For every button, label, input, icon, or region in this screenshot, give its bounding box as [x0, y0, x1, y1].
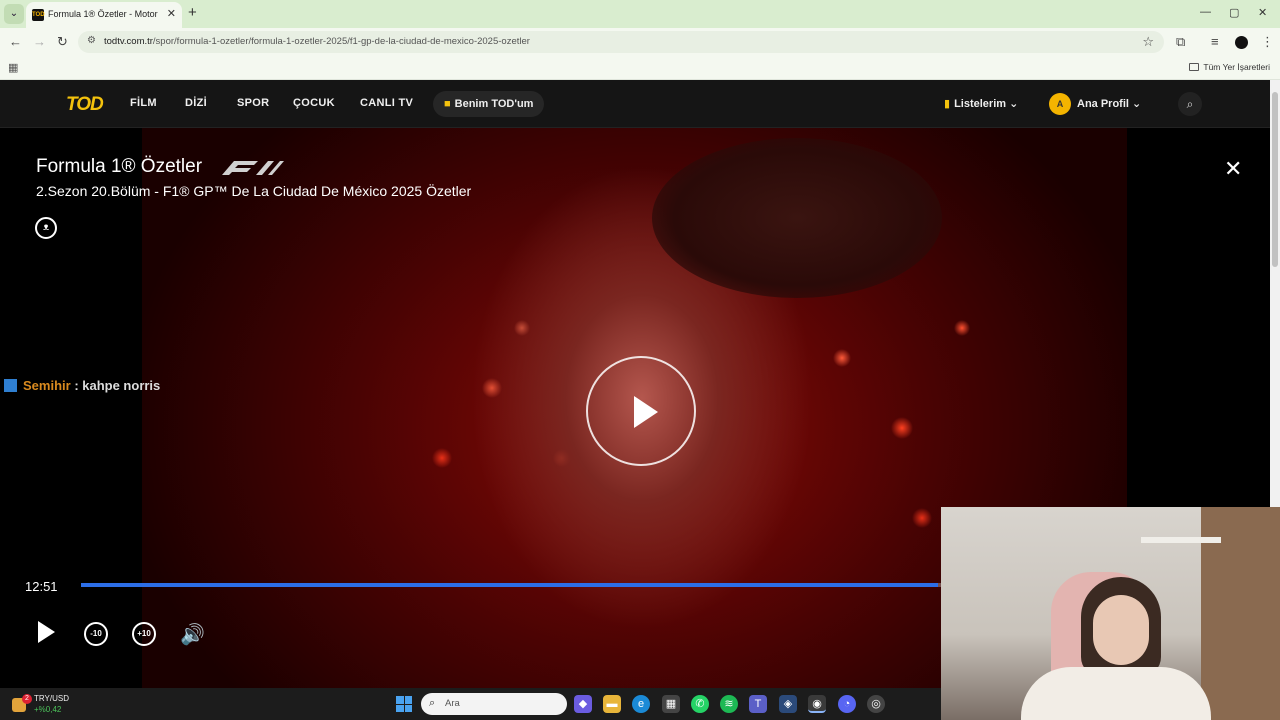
all-bookmarks-button[interactable]: Tüm Yer İşaretleri — [1189, 62, 1270, 72]
windows-taskbar: 2 TRY/USD +%0,42 ⌕ Ara ◆ ▬ e ▦ ✆ ≋ T ◈ ◉… — [0, 688, 941, 720]
current-time: 12:51 — [25, 579, 58, 594]
f1-logo — [222, 161, 284, 175]
back-arrow-icon[interactable]: ← — [9, 34, 22, 49]
maximize-icon[interactable]: ▢ — [1229, 6, 1239, 19]
bookmark-icon: ▮ — [944, 98, 951, 110]
gift-icon: ■ — [444, 98, 451, 110]
new-tab-button[interactable]: + — [188, 4, 197, 21]
webcam-person-body — [1021, 667, 1211, 720]
episode-title: 2.Sezon 20.Bölüm - F1® GP™ De La Ciudad … — [36, 183, 472, 199]
ticker-name: TRY/USD — [34, 694, 69, 703]
search-icon[interactable]: ⌕ — [1178, 92, 1202, 116]
play-icon[interactable] — [38, 621, 55, 643]
webcam-overlay — [941, 507, 1280, 720]
extensions-icon[interactable]: ⧉ — [1176, 34, 1185, 50]
store-icon[interactable]: ▦ — [662, 695, 680, 713]
general-audience-icon: ᴥ — [35, 217, 57, 239]
nav-dizi[interactable]: DİZİ — [185, 97, 207, 109]
profile-avatar[interactable]: A — [1049, 93, 1071, 115]
minimize-icon[interactable]: — — [1200, 6, 1211, 18]
nav-film[interactable]: FİLM — [130, 97, 157, 109]
file-explorer-icon[interactable]: ▬ — [603, 695, 621, 713]
close-player-icon[interactable]: ✕ — [1224, 156, 1242, 182]
webcam-person-face — [1093, 595, 1149, 665]
media-controls-icon[interactable]: ≡ — [1211, 34, 1219, 49]
search-icon: ⌕ — [429, 697, 436, 709]
browser-profile-avatar[interactable] — [1235, 36, 1248, 49]
obs-icon[interactable]: ◎ — [867, 695, 885, 713]
bookmark-star-icon[interactable]: ☆ — [1142, 34, 1154, 50]
site-header: TOD FİLM DİZİ SPOR ÇOCUK CANLI TV ■ Benim… — [0, 80, 1280, 128]
forward-arrow-icon[interactable]: → — [33, 34, 46, 49]
benim-todum-button[interactable]: ■ Benim TOD'um — [433, 91, 545, 117]
teams-icon[interactable]: T — [749, 695, 767, 713]
windows-start-icon[interactable] — [396, 696, 412, 712]
volume-icon[interactable]: 🔊 — [180, 622, 205, 647]
chat-message: Semihir : kahpe norris — [4, 378, 160, 393]
nav-spor[interactable]: SPOR — [237, 97, 269, 109]
scrollbar-thumb[interactable] — [1272, 92, 1278, 267]
url-text: todtv.com.tr/spor/formula-1-ozetler/form… — [104, 36, 530, 47]
nav-canli-tv[interactable]: CANLI TV — [360, 97, 413, 109]
browser-menu-icon[interactable]: ⋮ — [1261, 34, 1274, 50]
nav-cocuk[interactable]: ÇOCUK — [293, 97, 335, 109]
chat-text: : kahpe norris — [74, 378, 161, 393]
notification-badge: 2 — [22, 694, 32, 704]
show-title: Formula 1® Özetler — [36, 156, 203, 177]
profile-menu[interactable]: Ana Profil ⌄ — [1077, 97, 1141, 110]
listelerim-menu[interactable]: ▮ Listelerim ⌄ — [944, 97, 1018, 110]
discord-icon[interactable]: ◔ — [838, 695, 856, 713]
chevron-down-icon: ⌄ — [1132, 98, 1142, 110]
browser-toolbar: ← → ↻ ⚙ todtv.com.tr/spor/formula-1-ozet… — [0, 28, 1280, 56]
tab-search-button[interactable]: ⌄ — [4, 4, 24, 24]
address-bar[interactable]: ⚙ todtv.com.tr/spor/formula-1-ozetler/fo… — [78, 31, 1164, 53]
rewind-10-icon[interactable]: -10 — [84, 622, 108, 646]
webcam-background-shelf — [1141, 537, 1221, 543]
browser-tab-bar: ⌄ TOD Formula 1® Özetler - Motor Sp ✕ + … — [0, 0, 1280, 28]
ticker-value: +%0,42 — [34, 705, 62, 714]
spotify-icon[interactable]: ≋ — [720, 695, 738, 713]
bookmarks-bar: ▦ Tüm Yer İşaretleri — [0, 56, 1280, 80]
chat-badge-icon — [4, 379, 17, 392]
edge-icon[interactable]: e — [632, 695, 650, 713]
video-subject-hair — [652, 138, 942, 298]
tod-favicon-icon: TOD — [32, 9, 45, 21]
chrome-icon[interactable]: ◉ — [808, 695, 826, 713]
window-close-icon[interactable]: ✕ — [1258, 6, 1267, 19]
forward-10-icon[interactable]: +10 — [132, 622, 156, 646]
copilot-icon[interactable]: ◆ — [574, 695, 592, 713]
taskbar-search-placeholder: Ara — [445, 698, 460, 709]
tab-close-icon[interactable]: ✕ — [167, 7, 176, 20]
browser-tab-active[interactable]: TOD Formula 1® Özetler - Motor Sp ✕ — [26, 2, 182, 28]
tod-logo[interactable]: TOD — [66, 94, 104, 116]
site-info-icon[interactable]: ⚙ — [87, 35, 96, 46]
app-icon[interactable]: ◈ — [779, 695, 797, 713]
tab-title: Formula 1® Özetler - Motor Sp — [48, 9, 158, 19]
taskbar-search[interactable]: ⌕ Ara — [421, 693, 567, 715]
folder-icon — [1189, 63, 1200, 71]
center-play-button[interactable] — [586, 356, 696, 466]
apps-grid-icon[interactable]: ▦ — [8, 61, 18, 74]
chevron-down-icon: ⌄ — [1009, 98, 1019, 110]
reload-icon[interactable]: ↻ — [57, 34, 68, 50]
chat-username: Semihir — [23, 378, 71, 393]
whatsapp-icon[interactable]: ✆ — [691, 695, 709, 713]
progress-fill — [81, 583, 938, 587]
